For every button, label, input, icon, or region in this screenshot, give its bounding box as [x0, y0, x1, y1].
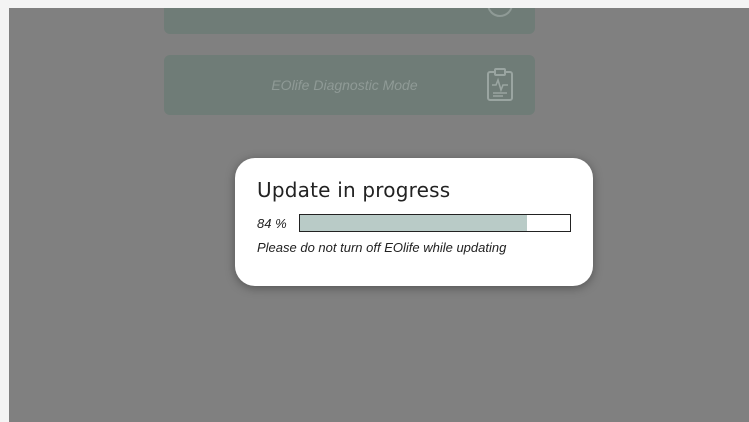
progress-percent-text: 84 % — [257, 215, 287, 231]
progress-bar-fill — [300, 215, 527, 231]
progress-row: 84 % — [257, 214, 571, 232]
update-progress-dialog: Update in progress 84 % Please do not tu… — [235, 158, 593, 286]
clock-icon — [485, 8, 515, 21]
dialog-title: Update in progress — [257, 178, 451, 202]
dialog-warning-note: Please do not turn off EOlife while upda… — [257, 240, 507, 255]
progress-bar — [299, 214, 571, 232]
app-viewport: EOlife Diagnostic Mode Update in progres… — [9, 8, 749, 422]
diagnostic-mode-label: EOlife Diagnostic Mode — [271, 77, 418, 93]
clipboard-chart-icon — [485, 68, 515, 102]
top-menu-button[interactable] — [164, 8, 535, 34]
diagnostic-mode-button[interactable]: EOlife Diagnostic Mode — [164, 55, 535, 115]
